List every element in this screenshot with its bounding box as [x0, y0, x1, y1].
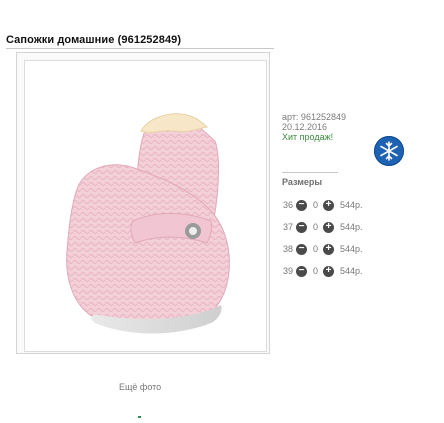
size-row-38: 38 − 0 + 544р.	[283, 242, 363, 256]
plus-icon[interactable]: +	[323, 265, 334, 277]
status-dot	[138, 416, 141, 418]
quantity-value: 0	[312, 266, 318, 276]
quantity-value: 0	[312, 200, 318, 210]
product-info: арт: 961252849 20.12.2016 Хит продаж!	[282, 112, 432, 142]
quantity-value: 0	[312, 244, 318, 254]
minus-icon[interactable]: −	[296, 199, 307, 211]
slipper-boot-image	[66, 113, 230, 334]
more-photos-link[interactable]: Ещё фото	[119, 382, 161, 392]
price-value: 544р.	[340, 266, 363, 276]
minus-icon[interactable]: −	[296, 265, 307, 277]
quantity-value: 0	[312, 222, 318, 232]
size-row-39: 39 − 0 + 544р.	[283, 264, 363, 278]
size-value: 36	[283, 200, 294, 210]
price-value: 544р.	[340, 200, 363, 210]
plus-icon[interactable]: +	[323, 221, 334, 233]
price-value: 544р.	[340, 244, 363, 254]
article-number: арт: 961252849	[282, 112, 346, 122]
title-divider	[6, 48, 274, 49]
size-value: 39	[283, 266, 294, 276]
hit-label: Хит продаж!	[282, 132, 334, 142]
product-photo[interactable]	[24, 60, 267, 352]
plus-icon[interactable]: +	[323, 243, 334, 255]
snowflake-icon	[374, 136, 404, 166]
product-title: Сапожки домашние (961252849)	[6, 34, 182, 46]
price-value: 544р.	[340, 222, 363, 232]
plus-icon[interactable]: +	[323, 199, 334, 211]
sizes-heading: Размеры	[282, 177, 323, 187]
minus-icon[interactable]: −	[296, 221, 307, 233]
info-divider	[282, 172, 338, 173]
size-row-36: 36 − 0 + 544р.	[283, 198, 363, 212]
minus-icon[interactable]: −	[296, 243, 307, 255]
size-row-37: 37 − 0 + 544р.	[283, 220, 363, 234]
size-value: 37	[283, 222, 294, 232]
size-value: 38	[283, 244, 294, 254]
date: 20.12.2016	[282, 122, 328, 132]
